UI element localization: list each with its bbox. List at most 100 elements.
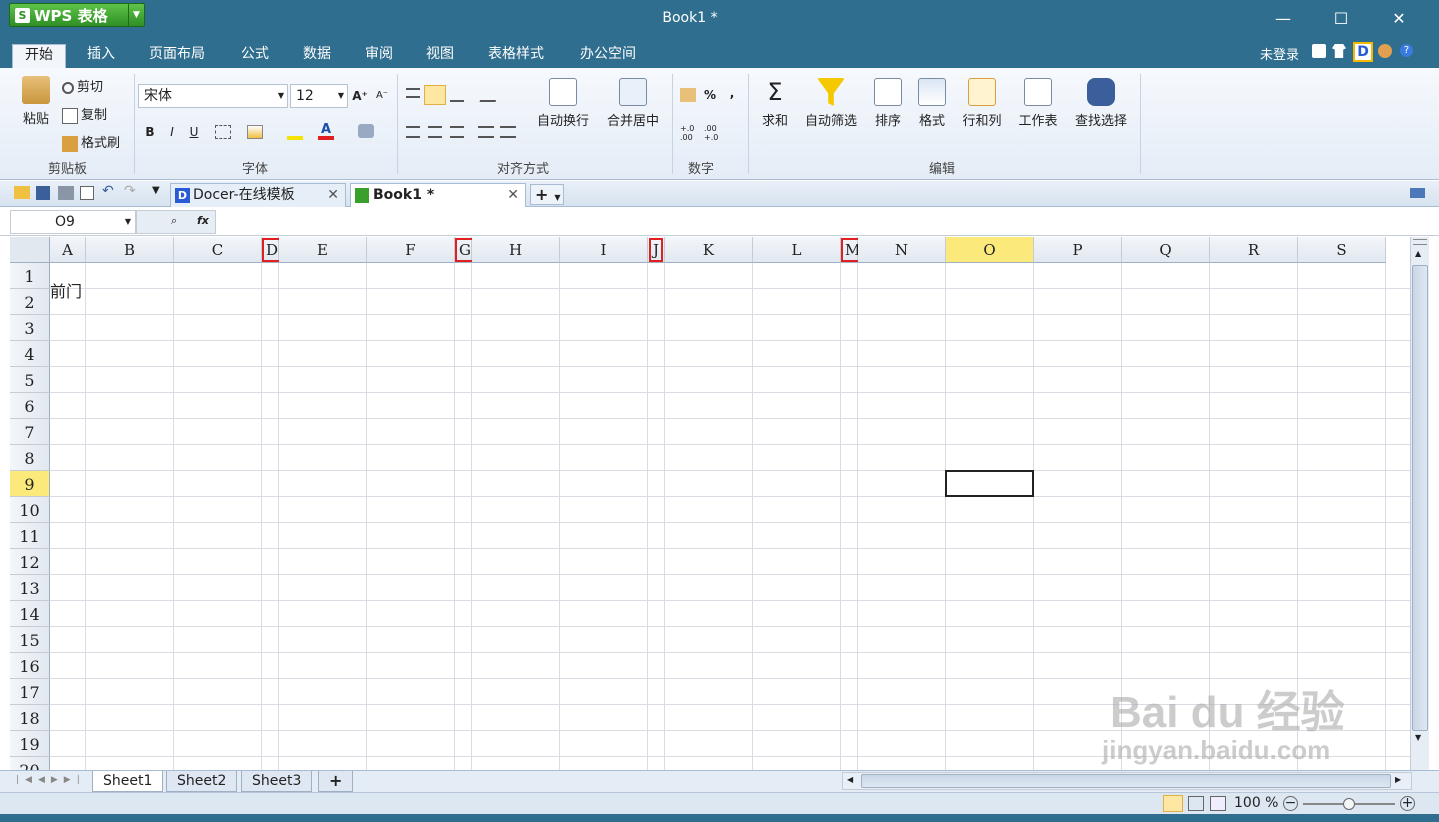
row-header-3[interactable]: 3 <box>10 315 50 341</box>
column-header-Q[interactable]: Q <box>1122 237 1210 263</box>
auto-filter-button[interactable]: 自动筛选 <box>800 78 862 129</box>
save-icon[interactable] <box>36 186 50 200</box>
clear-icon[interactable] <box>358 124 374 138</box>
row-header-20[interactable]: 20 <box>10 757 50 770</box>
column-header-R[interactable]: R <box>1210 237 1298 263</box>
column-header-J[interactable]: J <box>648 237 665 263</box>
scroll-up-icon[interactable]: ▲ <box>1415 249 1421 258</box>
sheet-nav-arrows-icon[interactable]: |◀◀▶▶| <box>16 775 86 785</box>
find-select-button[interactable]: 查找选择 <box>1070 78 1132 129</box>
scroll-down-icon[interactable]: ▼ <box>1415 733 1421 742</box>
comma-button[interactable]: , <box>722 83 742 103</box>
sheet-tab-1[interactable]: Sheet1 <box>92 771 164 792</box>
row-header-12[interactable]: 12 <box>10 549 50 575</box>
column-header-D[interactable]: D <box>262 237 283 263</box>
font-size-select[interactable]: 12 ▼ <box>290 84 348 108</box>
row-header-17[interactable]: 17 <box>10 679 50 705</box>
row-header-19[interactable]: 19 <box>10 731 50 757</box>
increase-decimal-button[interactable]: +.0 .00 <box>680 124 700 142</box>
scroll-thumb[interactable] <box>861 774 1391 788</box>
font-name-select[interactable]: 宋体 ▼ <box>138 84 288 108</box>
decrease-indent-icon[interactable] <box>478 126 494 138</box>
help-icon[interactable]: ? <box>1400 44 1413 57</box>
select-all-corner[interactable] <box>10 237 50 263</box>
column-header-A[interactable]: A <box>50 237 86 263</box>
redo-icon[interactable]: ↷ <box>124 183 136 199</box>
column-header-P[interactable]: P <box>1034 237 1122 263</box>
sort-button[interactable]: 排序 <box>870 78 906 129</box>
new-tab-button[interactable]: + ▼ <box>530 184 564 205</box>
column-header-L[interactable]: L <box>753 237 841 263</box>
column-header-S[interactable]: S <box>1298 237 1386 263</box>
align-left-icon[interactable] <box>406 126 420 138</box>
active-cell-O9[interactable] <box>945 470 1034 497</box>
column-header-E[interactable]: E <box>279 237 367 263</box>
formula-input[interactable] <box>218 210 1429 234</box>
column-header-B[interactable]: B <box>86 237 174 263</box>
scroll-thumb[interactable] <box>1412 265 1428 731</box>
split-handle[interactable] <box>1413 239 1427 245</box>
doc-tab-docer[interactable]: D Docer-在线模板 ✕ <box>170 183 346 207</box>
normal-view-icon[interactable] <box>1163 795 1183 812</box>
tab-view[interactable]: 视图 <box>426 44 454 68</box>
row-header-11[interactable]: 11 <box>10 523 50 549</box>
row-header-8[interactable]: 8 <box>10 445 50 471</box>
tab-page-layout[interactable]: 页面布局 <box>149 44 205 68</box>
row-header-6[interactable]: 6 <box>10 393 50 419</box>
column-header-K[interactable]: K <box>665 237 753 263</box>
row-header-5[interactable]: 5 <box>10 367 50 393</box>
column-header-I[interactable]: I <box>560 237 648 263</box>
border-icon[interactable] <box>215 125 231 139</box>
orientation-icon[interactable] <box>479 88 501 102</box>
wps-app-menu-button[interactable]: S WPS 表格 ▼ <box>9 3 145 27</box>
percent-button[interactable]: % <box>700 85 720 105</box>
column-header-F[interactable]: F <box>367 237 455 263</box>
maximize-button[interactable]: ☐ <box>1313 0 1369 38</box>
zoom-in-icon[interactable]: + <box>1400 796 1415 811</box>
column-header-G[interactable]: G <box>455 237 475 263</box>
column-header-M[interactable]: M <box>841 237 865 263</box>
worksheet-button[interactable]: 工作表 <box>1014 78 1062 129</box>
grow-font-button[interactable]: A⁺ <box>350 86 370 106</box>
shrink-font-button[interactable]: A⁻ <box>372 86 392 106</box>
italic-button[interactable]: I <box>162 122 182 142</box>
horizontal-scrollbar[interactable]: ◀ ▶ <box>842 772 1412 790</box>
align-top-icon[interactable] <box>406 88 420 98</box>
wrap-text-button[interactable]: 自动换行 <box>532 78 594 129</box>
row-header-7[interactable]: 7 <box>10 419 50 445</box>
row-header-18[interactable]: 18 <box>10 705 50 731</box>
add-sheet-button[interactable]: + <box>318 771 354 792</box>
rows-columns-button[interactable]: 行和列 <box>958 78 1006 129</box>
sheet-tab-3[interactable]: Sheet3 <box>241 771 313 792</box>
tab-insert[interactable]: 插入 <box>87 44 115 68</box>
fill-color-icon[interactable] <box>287 124 303 140</box>
quick-access-dropdown-icon[interactable]: ▼ <box>152 185 160 196</box>
align-middle-icon[interactable] <box>424 85 446 105</box>
paste-button[interactable]: 粘贴 <box>16 76 56 127</box>
login-status[interactable]: 未登录 <box>1260 44 1299 63</box>
sheet-tab-2[interactable]: Sheet2 <box>166 771 238 792</box>
tab-review[interactable]: 审阅 <box>365 44 393 68</box>
row-header-16[interactable]: 16 <box>10 653 50 679</box>
zoom-slider[interactable] <box>1303 798 1395 810</box>
page-layout-view-icon[interactable] <box>1188 796 1204 811</box>
tab-office-space[interactable]: 办公空间 <box>580 44 636 68</box>
align-center-icon[interactable] <box>428 126 442 138</box>
font-color-icon[interactable]: A <box>318 122 334 140</box>
zoom-out-icon[interactable]: − <box>1283 796 1298 811</box>
docer-icon[interactable]: D <box>1353 42 1373 62</box>
cell-A2[interactable]: 前门 <box>50 278 82 302</box>
tab-formulas[interactable]: 公式 <box>241 44 269 68</box>
column-header-C[interactable]: C <box>174 237 262 263</box>
sum-button[interactable]: Σ 求和 <box>757 78 793 129</box>
page-break-view-icon[interactable] <box>1210 796 1226 811</box>
tab-table-style[interactable]: 表格样式 <box>488 44 544 68</box>
merge-center-button[interactable]: 合并居中 <box>602 78 664 129</box>
chevron-down-icon[interactable]: ▼ <box>128 4 144 26</box>
row-header-9[interactable]: 9 <box>10 471 50 497</box>
copy-button[interactable]: 复制 <box>62 104 107 124</box>
bold-button[interactable]: B <box>140 122 160 142</box>
close-button[interactable]: ✕ <box>1371 0 1427 38</box>
vertical-scrollbar[interactable]: ▲ ▼ <box>1410 237 1429 770</box>
row-header-1[interactable]: 1 <box>10 263 50 289</box>
